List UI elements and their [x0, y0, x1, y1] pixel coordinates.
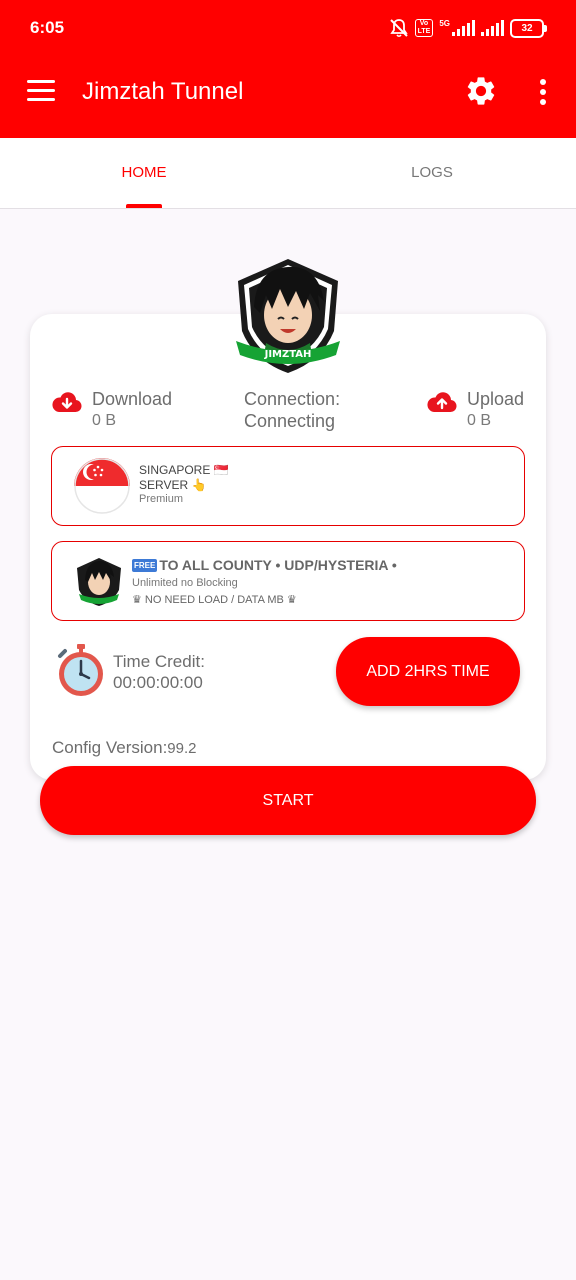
add-time-button[interactable]: ADD 2HRS TIME: [336, 637, 520, 706]
upload-value: 0 B: [467, 412, 492, 429]
download-value: 0 B: [92, 412, 117, 429]
network-title-text: TO ALL COUNTY • UDP/HYSTERIA •: [159, 557, 397, 573]
server-name-line1: SINGAPORE 🇸🇬: [139, 463, 229, 477]
config-version-value: 99.2: [167, 740, 197, 757]
connection-status: Connecting: [244, 411, 336, 431]
stopwatch-icon: [58, 644, 103, 696]
config-version-label: Config Version:: [52, 738, 168, 757]
start-button[interactable]: START: [40, 766, 536, 835]
logo-text: JIMZTAH: [264, 349, 312, 360]
app-title: Jimztah Tunnel: [82, 78, 244, 105]
server-name: SINGAPORE 🇸🇬 SERVER 👆: [139, 463, 229, 493]
signal-5g-icon: 5G: [439, 20, 475, 36]
free-badge: FREE: [132, 559, 158, 572]
tab-bar: HOME LOGS: [0, 138, 576, 209]
status-time: 6:05: [30, 18, 65, 37]
battery-icon: 32: [510, 18, 547, 38]
network-note: ♛ NO NEED LOAD / DATA MB ♛: [132, 594, 297, 606]
network-subtitle: Unlimited no Blocking: [132, 577, 238, 589]
network-title: FREE TO ALL COUNTY • UDP/HYSTERIA •: [132, 557, 397, 573]
time-credit-label: Time Credit:: [113, 652, 205, 671]
tab-home[interactable]: HOME: [0, 138, 288, 208]
connection-label: Connection:: [244, 389, 341, 409]
avatar-logo: JIMZTAH: [236, 259, 340, 373]
singapore-flag-icon: [74, 458, 130, 514]
network-type-label: 5G: [439, 19, 450, 28]
upload-label: Upload: [467, 389, 525, 409]
volte-icon: Vo LTE: [414, 19, 434, 37]
menu-icon[interactable]: [27, 80, 55, 102]
more-vert-icon[interactable]: [536, 79, 550, 105]
config-version: Config Version:99.2: [52, 738, 197, 758]
server-name-line2: SERVER 👆: [139, 478, 207, 492]
tab-indicator: [126, 204, 162, 208]
time-credit-value: 00:00:00:00: [113, 673, 203, 692]
download-label: Download: [92, 389, 173, 409]
notification-off-icon: [389, 19, 408, 38]
signal-icon: [481, 20, 504, 36]
cloud-upload-icon: [427, 392, 457, 413]
cloud-download-icon: [52, 392, 82, 413]
server-tier: Premium: [139, 493, 184, 505]
status-icons: Vo LTE 5G 32: [389, 17, 547, 39]
network-avatar-icon: [77, 558, 121, 606]
tab-logs[interactable]: LOGS: [288, 138, 576, 208]
gear-icon[interactable]: [464, 74, 498, 108]
